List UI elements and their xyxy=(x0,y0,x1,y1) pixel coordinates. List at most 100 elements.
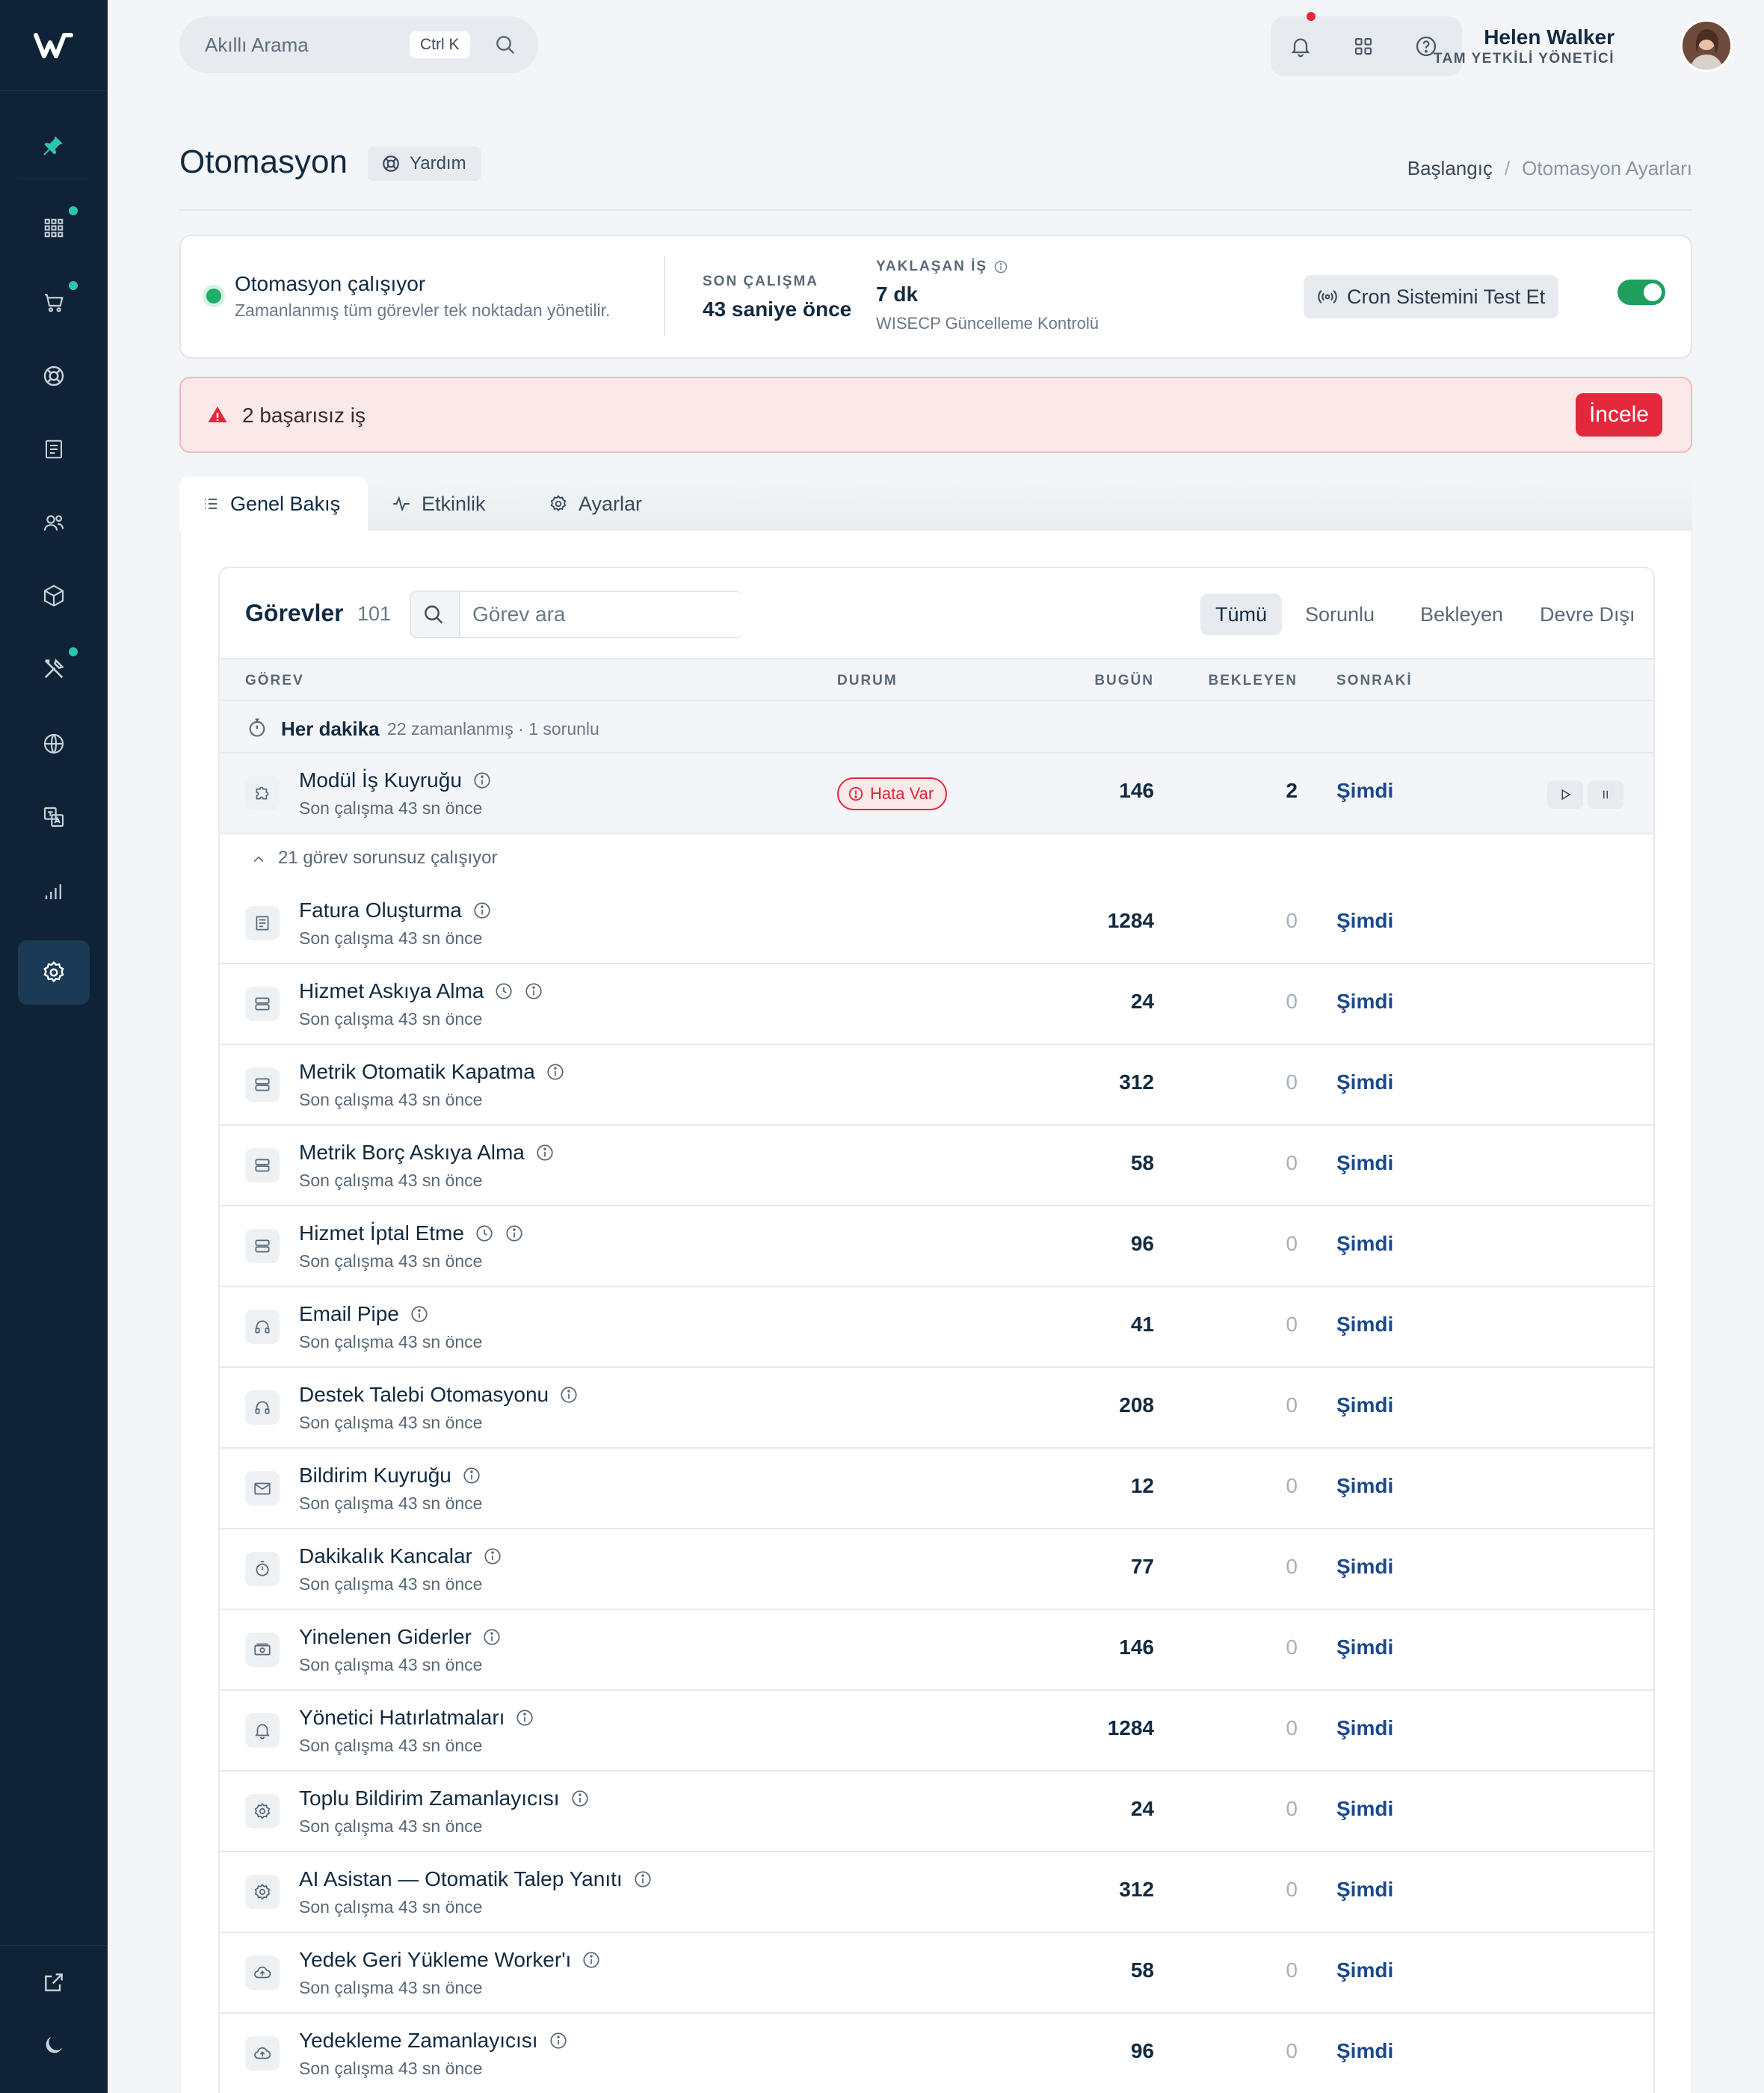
brand-logo[interactable] xyxy=(0,0,108,91)
clock-icon[interactable] xyxy=(494,981,514,1001)
table-row[interactable]: Metrik Otomatik Kapatma Son çalışma 43 sn… xyxy=(220,1045,1653,1126)
group-every-minute[interactable]: Her dakika 22 zamanlanmış · 1 sorunlu xyxy=(220,701,1653,753)
sidebar-item-tools[interactable] xyxy=(18,637,90,701)
filter-all[interactable]: Tümü xyxy=(1200,594,1283,635)
sidebar-item-orders[interactable] xyxy=(18,271,90,335)
task-name[interactable]: Bildirim Kuyruğu xyxy=(299,1464,451,1488)
task-next[interactable]: Şimdi xyxy=(1336,1313,1393,1337)
avatar[interactable] xyxy=(1680,19,1733,72)
sidebar-item-customers[interactable] xyxy=(18,490,90,555)
table-row[interactable]: Yedekleme Zamanlayıcısı Son çalışma 43 sn… xyxy=(220,2014,1653,2093)
help-button[interactable]: Yardım xyxy=(368,147,481,181)
sidebar-item-translate[interactable] xyxy=(18,785,90,849)
smart-search[interactable]: Akıllı Arama Ctrl K xyxy=(179,16,538,73)
task-name[interactable]: AI Asistan — Otomatik Talep Yanıtı xyxy=(299,1867,623,1891)
external-link-button[interactable] xyxy=(18,1950,90,2015)
table-row[interactable]: Toplu Bildirim Zamanlayıcısı Son çalışma … xyxy=(220,1772,1653,1852)
task-name[interactable]: Destek Talebi Otomasyonu xyxy=(299,1383,549,1407)
table-row[interactable]: Email Pipe Son çalışma 43 sn önce 41 0 Şimdi xyxy=(220,1287,1653,1368)
task-search-input[interactable]: Görev ara xyxy=(459,592,743,637)
task-name[interactable]: Email Pipe xyxy=(299,1302,399,1326)
table-row[interactable]: Dakikalık Kancalar Son çalışma 43 sn önce… xyxy=(220,1529,1653,1610)
info-icon[interactable] xyxy=(549,2031,568,2050)
col-next[interactable]: SONRAKİ xyxy=(1336,673,1413,689)
task-name[interactable]: Yedek Geri Yükleme Worker'ı xyxy=(299,1948,571,1972)
info-icon[interactable] xyxy=(582,1950,601,1970)
table-row[interactable]: Bildirim Kuyruğu Son çalışma 43 sn önce 12… xyxy=(220,1449,1653,1529)
task-next[interactable]: Şimdi xyxy=(1336,909,1393,933)
col-status[interactable]: DURUM xyxy=(837,673,898,689)
theme-toggle-button[interactable] xyxy=(18,2013,90,2077)
info-icon[interactable] xyxy=(570,1789,590,1808)
cron-test-button[interactable]: Cron Sistemini Test Et xyxy=(1304,275,1559,318)
filter-problematic[interactable]: Sorunlu xyxy=(1290,594,1390,635)
info-icon[interactable] xyxy=(505,1224,524,1243)
table-row[interactable]: Fatura Oluşturma Son çalışma 43 sn önce 12… xyxy=(220,884,1653,964)
task-name[interactable]: Hizmet İptal Etme xyxy=(299,1221,464,1245)
info-icon[interactable] xyxy=(472,901,492,920)
info-icon[interactable] xyxy=(483,1547,502,1566)
sidebar-item-settings[interactable] xyxy=(18,940,90,1005)
task-next[interactable]: Şimdi xyxy=(1336,1070,1393,1094)
run-button[interactable] xyxy=(1547,780,1583,809)
task-next[interactable]: Şimdi xyxy=(1336,1958,1393,1982)
task-name[interactable]: Dakikalık Kancalar xyxy=(299,1544,472,1568)
breadcrumb-home[interactable]: Başlangıç xyxy=(1407,157,1493,179)
col-today[interactable]: BUGÜN xyxy=(1094,673,1154,689)
table-row[interactable]: Metrik Borç Askıya Alma Son çalışma 43 sn… xyxy=(220,1126,1653,1206)
task-name[interactable]: Toplu Bildirim Zamanlayıcısı xyxy=(299,1787,560,1810)
task-next[interactable]: Şimdi xyxy=(1336,1878,1393,1902)
info-icon[interactable] xyxy=(535,1143,555,1162)
sidebar-item-apps[interactable] xyxy=(18,196,90,260)
info-icon[interactable] xyxy=(633,1869,653,1889)
tab-activity[interactable]: Etkinlik xyxy=(369,477,508,531)
tab-overview[interactable]: Genel Bakış xyxy=(179,477,368,531)
filter-disabled[interactable]: Devre Dışı xyxy=(1525,594,1650,635)
task-name[interactable]: Yönetici Hatırlatmaları xyxy=(299,1706,505,1730)
sidebar-item-support[interactable] xyxy=(18,344,90,408)
sidebar-item-reports[interactable] xyxy=(18,860,90,924)
table-row[interactable]: Yedek Geri Yükleme Worker'ı Son çalışma 4… xyxy=(220,1933,1653,2014)
table-row[interactable]: Hizmet İptal Etme Son çalışma 43 sn önce 9… xyxy=(220,1206,1653,1287)
info-icon[interactable] xyxy=(472,771,492,790)
pin-icon[interactable] xyxy=(18,112,88,179)
sidebar-item-domains[interactable] xyxy=(18,712,90,776)
info-icon[interactable] xyxy=(559,1385,579,1405)
task-name[interactable]: Metrik Borç Askıya Alma xyxy=(299,1141,525,1165)
info-icon[interactable] xyxy=(515,1708,534,1727)
task-name[interactable]: Fatura Oluşturma xyxy=(299,898,462,922)
task-next[interactable]: Şimdi xyxy=(1336,1393,1393,1417)
table-row[interactable]: Hizmet Askıya Alma Son çalışma 43 sn önce… xyxy=(220,964,1653,1045)
task-next[interactable]: Şimdi xyxy=(1336,2039,1393,2063)
clock-icon[interactable] xyxy=(475,1224,494,1243)
apps-icon[interactable] xyxy=(1348,31,1378,61)
task-name[interactable]: Metrik Otomatik Kapatma xyxy=(299,1060,535,1084)
table-row[interactable]: Destek Talebi Otomasyonu Son çalışma 43 s… xyxy=(220,1368,1653,1449)
task-name[interactable]: Modül İş Kuyruğu xyxy=(299,768,462,792)
table-row[interactable]: Yönetici Hatırlatmaları Son çalışma 43 sn… xyxy=(220,1691,1653,1772)
ok-tasks-toggle[interactable]: 21 görev sorunsuz çalışıyor xyxy=(220,834,1653,884)
task-next[interactable]: Şimdi xyxy=(1336,1716,1393,1740)
tab-settings[interactable]: Ayarlar xyxy=(526,477,664,531)
filter-pending[interactable]: Bekleyen xyxy=(1405,594,1518,635)
task-search[interactable]: Görev ara xyxy=(410,591,743,638)
task-next[interactable]: Şimdi xyxy=(1336,1474,1393,1498)
task-name[interactable]: Hizmet Askıya Alma xyxy=(299,979,484,1003)
sidebar-item-invoices[interactable] xyxy=(18,417,90,481)
table-row[interactable]: AI Asistan — Otomatik Talep Yanıtı Son ça… xyxy=(220,1852,1653,1933)
info-icon[interactable] xyxy=(546,1062,565,1082)
info-icon[interactable] xyxy=(993,259,1008,274)
task-next[interactable]: Şimdi xyxy=(1336,1555,1393,1579)
task-name[interactable]: Yedekleme Zamanlayıcısı xyxy=(299,2029,538,2053)
info-icon[interactable] xyxy=(462,1466,481,1485)
info-icon[interactable] xyxy=(410,1304,429,1324)
task-next[interactable]: Şimdi xyxy=(1336,1151,1393,1175)
task-next[interactable]: Şimdi xyxy=(1336,1636,1393,1659)
search-icon[interactable] xyxy=(493,33,517,57)
sidebar-item-products[interactable] xyxy=(18,564,90,628)
task-next[interactable]: Şimdi xyxy=(1336,779,1393,803)
table-row[interactable]: Modül İş Kuyruğu Son çalışma 43 sn önce … xyxy=(220,753,1653,834)
col-task[interactable]: GÖREV xyxy=(245,673,304,689)
col-pending[interactable]: BEKLEYEN xyxy=(1209,673,1298,689)
task-next[interactable]: Şimdi xyxy=(1336,1797,1393,1821)
